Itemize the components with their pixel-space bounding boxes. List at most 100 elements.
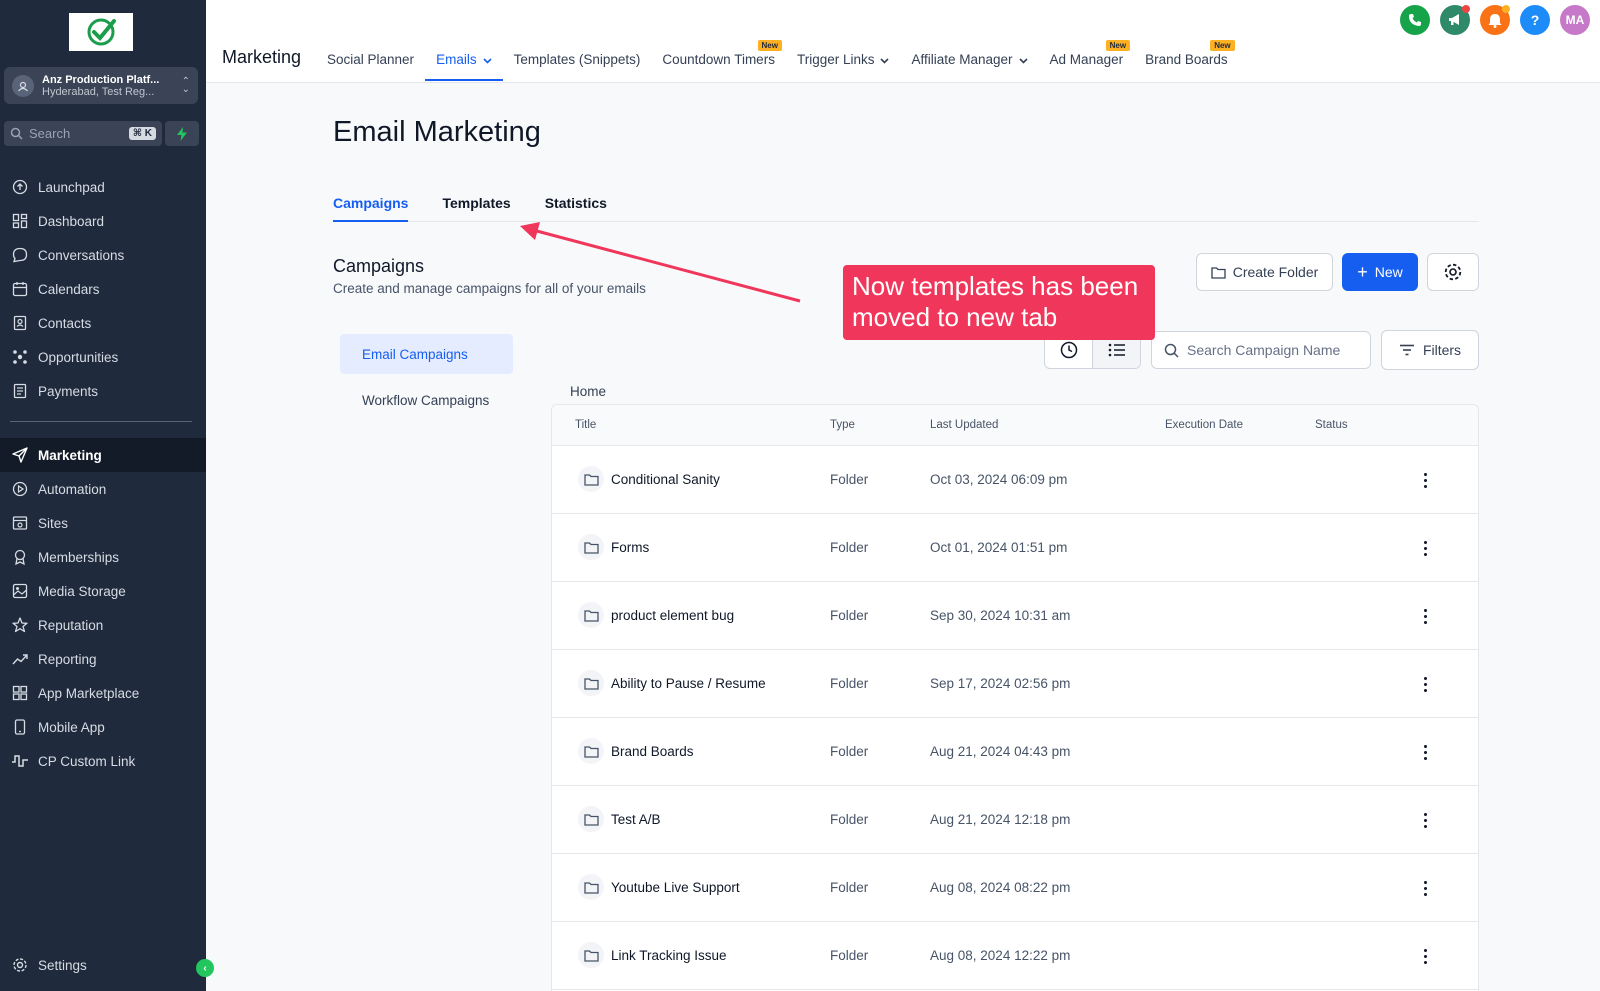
table-header: Title Type Last Updated Execution Date S… bbox=[552, 405, 1478, 446]
campaign-search[interactable] bbox=[1151, 331, 1371, 369]
cell-title[interactable]: Youtube Live Support bbox=[611, 880, 740, 895]
announcements-button[interactable] bbox=[1440, 5, 1470, 35]
cell-title[interactable]: Ability to Pause / Resume bbox=[611, 676, 766, 691]
more-actions-icon[interactable] bbox=[1417, 742, 1433, 762]
cell-title[interactable]: product element bug bbox=[611, 608, 734, 623]
sidebar-item-calendars[interactable]: Calendars bbox=[0, 272, 206, 306]
top-nav-trigger-links[interactable]: Trigger Links bbox=[786, 40, 901, 81]
more-actions-icon[interactable] bbox=[1417, 470, 1433, 490]
sidebar-item-launchpad[interactable]: Launchpad bbox=[0, 170, 206, 204]
more-actions-icon[interactable] bbox=[1417, 878, 1433, 898]
cell-title[interactable]: Test A/B bbox=[611, 812, 661, 827]
sidebar-item-conversations[interactable]: Conversations bbox=[0, 238, 206, 272]
top-nav-brand-boards[interactable]: Brand Boards New bbox=[1134, 40, 1239, 81]
table-row[interactable]: product element bug Folder Sep 30, 2024 10… bbox=[552, 582, 1478, 650]
cell-type: Folder bbox=[830, 540, 869, 555]
cell-title[interactable]: Link Tracking Issue bbox=[611, 948, 727, 963]
top-nav-social-planner[interactable]: Social Planner bbox=[316, 40, 425, 81]
phone-icon bbox=[1409, 14, 1421, 26]
table-row[interactable]: Test A/B Folder Aug 21, 2024 12:18 pm bbox=[552, 786, 1478, 854]
search-icon bbox=[10, 127, 23, 140]
table-row[interactable]: Link Tracking Issue Folder Aug 08, 2024 12… bbox=[552, 922, 1478, 990]
content-tabs: Campaigns Templates Statistics bbox=[333, 190, 1479, 222]
folder-icon bbox=[578, 602, 604, 628]
send-icon bbox=[11, 446, 29, 464]
table-row[interactable]: Brand Boards Folder Aug 21, 2024 04:43 pm bbox=[552, 718, 1478, 786]
cell-title[interactable]: Conditional Sanity bbox=[611, 472, 720, 487]
calendar-icon bbox=[11, 280, 29, 298]
sidebar-item-automation[interactable]: Automation bbox=[0, 472, 206, 506]
top-nav-ad-manager[interactable]: Ad Manager New bbox=[1039, 40, 1135, 81]
more-actions-icon[interactable] bbox=[1417, 538, 1433, 558]
user-avatar[interactable]: MA bbox=[1560, 5, 1590, 35]
opportunities-icon bbox=[11, 348, 29, 366]
sidebar-item-settings[interactable]: Settings bbox=[0, 948, 206, 982]
chevron-down-icon bbox=[483, 52, 492, 67]
cell-title[interactable]: Forms bbox=[611, 540, 649, 555]
account-switcher[interactable]: Anz Production Platf... Hyderabad, Test … bbox=[4, 67, 198, 104]
quick-action-button[interactable] bbox=[165, 121, 199, 146]
sidebar-item-payments[interactable]: Payments bbox=[0, 374, 206, 408]
menu-workflow-campaigns[interactable]: Workflow Campaigns bbox=[340, 380, 513, 420]
sidebar-item-memberships[interactable]: Memberships bbox=[0, 540, 206, 574]
table-row[interactable]: Youtube Live Support Folder Aug 08, 2024 0… bbox=[552, 854, 1478, 922]
cell-type: Folder bbox=[830, 880, 869, 895]
sidebar-item-label: Reputation bbox=[38, 617, 104, 633]
sidebar-item-contacts[interactable]: Contacts bbox=[0, 306, 206, 340]
tab-templates[interactable]: Templates bbox=[442, 190, 510, 222]
more-actions-icon[interactable] bbox=[1417, 946, 1433, 966]
table-body: Conditional Sanity Folder Oct 03, 2024 06:… bbox=[552, 446, 1478, 990]
sidebar-item-dashboard[interactable]: Dashboard bbox=[0, 204, 206, 238]
notifications-button[interactable] bbox=[1480, 5, 1510, 35]
help-button[interactable]: ? bbox=[1520, 5, 1550, 35]
collapse-sidebar-button[interactable]: ‹ bbox=[196, 959, 214, 977]
sidebar-item-mobile-app[interactable]: Mobile App bbox=[0, 710, 206, 744]
sidebar-item-opportunities[interactable]: Opportunities bbox=[0, 340, 206, 374]
top-nav-templates-snippets[interactable]: Templates (Snippets) bbox=[503, 40, 652, 81]
tab-statistics[interactable]: Statistics bbox=[545, 190, 607, 222]
sidebar-item-app-marketplace[interactable]: App Marketplace bbox=[0, 676, 206, 710]
new-button[interactable]: + New bbox=[1342, 253, 1418, 291]
top-nav-affiliate-manager[interactable]: Affiliate Manager bbox=[900, 40, 1038, 81]
top-nav-label: Brand Boards bbox=[1145, 52, 1228, 67]
plus-icon: + bbox=[1357, 261, 1368, 282]
filter-icon bbox=[1399, 344, 1414, 356]
sidebar-item-reporting[interactable]: Reporting bbox=[0, 642, 206, 676]
sidebar-item-cp-custom-link[interactable]: CP Custom Link bbox=[0, 744, 206, 778]
top-nav-label: Emails bbox=[436, 52, 477, 67]
new-label: New bbox=[1374, 264, 1403, 280]
sidebar-search[interactable]: Search ⌘ K bbox=[4, 121, 162, 146]
table-row[interactable]: Forms Folder Oct 01, 2024 01:51 pm bbox=[552, 514, 1478, 582]
more-actions-icon[interactable] bbox=[1417, 606, 1433, 626]
column-last-updated: Last Updated bbox=[930, 419, 999, 431]
logo[interactable] bbox=[69, 13, 133, 51]
table-row[interactable]: Ability to Pause / Resume Folder Sep 17, 2… bbox=[552, 650, 1478, 718]
cell-type: Folder bbox=[830, 472, 869, 487]
sidebar-divider bbox=[10, 421, 192, 422]
star-icon bbox=[11, 616, 29, 634]
more-actions-icon[interactable] bbox=[1417, 674, 1433, 694]
sidebar-item-marketing[interactable]: Marketing bbox=[0, 438, 206, 472]
settings-button[interactable] bbox=[1427, 253, 1479, 291]
sidebar-item-reputation[interactable]: Reputation bbox=[0, 608, 206, 642]
phone-icon bbox=[11, 718, 29, 736]
cell-title[interactable]: Brand Boards bbox=[611, 744, 694, 759]
table-row[interactable]: Conditional Sanity Folder Oct 03, 2024 06:… bbox=[552, 446, 1478, 514]
filters-button[interactable]: Filters bbox=[1381, 330, 1479, 370]
top-nav-countdown-timers[interactable]: Countdown Timers New bbox=[651, 40, 786, 81]
folder-icon bbox=[578, 670, 604, 696]
more-actions-icon[interactable] bbox=[1417, 810, 1433, 830]
menu-email-campaigns[interactable]: Email Campaigns bbox=[340, 334, 513, 374]
create-folder-button[interactable]: Create Folder bbox=[1196, 253, 1333, 291]
chat-icon bbox=[11, 246, 29, 264]
breadcrumb[interactable]: Home bbox=[570, 384, 606, 399]
cell-last-updated: Aug 21, 2024 04:43 pm bbox=[930, 744, 1071, 759]
sidebar-item-media-storage[interactable]: Media Storage bbox=[0, 574, 206, 608]
campaign-search-input[interactable] bbox=[1187, 342, 1367, 358]
phone-call-button[interactable] bbox=[1400, 5, 1430, 35]
sidebar-item-sites[interactable]: Sites bbox=[0, 506, 206, 540]
new-badge: New bbox=[1105, 40, 1131, 51]
top-nav-emails[interactable]: Emails bbox=[425, 40, 503, 81]
sidebar-item-label: Payments bbox=[38, 383, 99, 399]
tab-campaigns[interactable]: Campaigns bbox=[333, 190, 409, 222]
